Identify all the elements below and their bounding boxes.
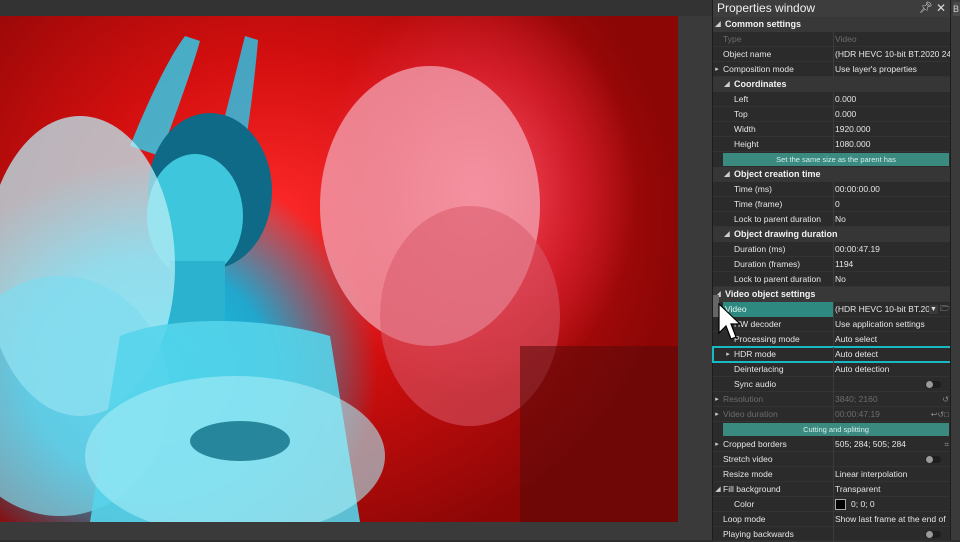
expand-arrow-icon[interactable]: ▸ — [724, 347, 732, 362]
reset-icon: ↺ — [942, 395, 949, 404]
duration-tools-icon: ↩↺□ — [930, 410, 949, 419]
prop-loop-mode[interactable]: Loop mode Show last frame at the end of — [713, 512, 951, 527]
prop-color[interactable]: Color 0; 0; 0 — [713, 497, 951, 512]
close-icon[interactable]: ✕ — [936, 0, 946, 17]
sync-audio-toggle[interactable] — [925, 381, 941, 388]
prop-lock-parent-duration[interactable]: Lock to parent duration No — [713, 272, 951, 287]
expand-arrow-icon[interactable]: ▸ — [713, 437, 721, 452]
stretch-video-toggle[interactable] — [925, 456, 941, 463]
section-drawing-duration[interactable]: ◢ Object drawing duration — [713, 227, 951, 242]
prop-resolution: ▸ Resolution 3840; 2160 ↺ — [713, 392, 951, 407]
video-preview-area — [0, 0, 712, 540]
cutting-row: Cutting and splitting — [713, 422, 951, 437]
section-common-settings[interactable]: ◢ Common settings — [713, 17, 951, 32]
preview-top-bar — [0, 0, 712, 16]
prop-height[interactable]: Height 1080.000 — [713, 137, 951, 152]
prop-sync-audio[interactable]: Sync audio — [713, 377, 951, 392]
crop-icon[interactable]: ⌗ — [944, 437, 949, 452]
prop-video-duration: ▸ Video duration 00:00:47.19 ↩↺□ — [713, 407, 951, 422]
properties-header: Properties window 📌︎ ✕ — [713, 0, 951, 17]
dock-tab[interactable]: B — [953, 2, 960, 16]
section-video-settings[interactable]: ◢ Video object settings — [713, 287, 951, 302]
prop-duration-frames[interactable]: Duration (frames) 1194 — [713, 257, 951, 272]
expand-arrow-icon: ▸ — [715, 396, 719, 403]
prop-width[interactable]: Width 1920.000 — [713, 122, 951, 137]
collapse-triangle-icon[interactable]: ◢ — [723, 77, 731, 92]
prop-duration-ms[interactable]: Duration (ms) 00:00:47.19 — [713, 242, 951, 257]
same-size-as-parent-button[interactable]: Set the same size as the parent has — [723, 153, 949, 166]
expand-arrow-icon: ▸ — [715, 411, 719, 418]
prop-object-name[interactable]: Object name (HDR HEVC 10-bit BT.2020 24f — [713, 47, 951, 62]
prop-time-frame[interactable]: Time (frame) 0 — [713, 197, 951, 212]
collapse-triangle-icon[interactable]: ◢ — [723, 167, 731, 182]
prop-stretch-video[interactable]: Stretch video — [713, 452, 951, 467]
chevron-down-icon[interactable]: ▼ — [929, 305, 938, 314]
collapse-triangle-icon[interactable]: ◢ — [714, 482, 722, 497]
prop-cropped-borders[interactable]: ▸ Cropped borders 505; 284; 505; 284 ⌗ — [713, 437, 951, 452]
section-creation-time[interactable]: ◢ Object creation time — [713, 167, 951, 182]
prop-top[interactable]: Top 0.000 — [713, 107, 951, 122]
prop-processing-mode[interactable]: Processing mode Auto select — [713, 332, 951, 347]
expand-arrow-icon[interactable]: ▸ — [713, 62, 721, 77]
collapse-triangle-icon[interactable]: ◢ — [714, 17, 722, 32]
dancer-silhouette-image — [0, 36, 678, 522]
prop-deinterlacing[interactable]: Deinterlacing Auto detection — [713, 362, 951, 377]
side-dock-strip: B — [950, 0, 960, 540]
playing-backwards-toggle[interactable] — [925, 531, 941, 538]
prop-lock-parent-creation[interactable]: Lock to parent duration No — [713, 212, 951, 227]
mouse-pointer-icon — [718, 303, 742, 340]
panel-title: Properties window — [717, 1, 816, 15]
properties-panel: Properties window 📌︎ ✕ ◢ Common settings… — [712, 0, 952, 542]
folder-open-icon[interactable]: 🗁︎ — [940, 305, 950, 313]
prop-composition-mode[interactable]: ▸ Composition mode Use layer's propertie… — [713, 62, 951, 77]
pin-icon[interactable]: 📌︎ — [919, 0, 933, 17]
prop-fill-background[interactable]: ◢ Fill background Transparent — [713, 482, 951, 497]
collapse-triangle-icon[interactable]: ◢ — [723, 227, 731, 242]
color-swatch[interactable] — [835, 499, 846, 510]
prop-hw-decoder[interactable]: HW decoder Use application settings — [713, 317, 951, 332]
prop-type: Type Video — [713, 32, 951, 47]
prop-left[interactable]: Left 0.000 — [713, 92, 951, 107]
cutting-and-splitting-button[interactable]: Cutting and splitting — [723, 423, 949, 436]
same-size-row: Set the same size as the parent has — [713, 152, 951, 167]
prop-video[interactable]: Video (HDR HEVC 10-bit BT.20 ▼ 🗁︎ — [713, 302, 951, 317]
prop-hdr-mode[interactable]: ▸ HDR mode Auto detect — [712, 346, 952, 363]
prop-resize-mode[interactable]: Resize mode Linear interpolation — [713, 467, 951, 482]
section-coordinates[interactable]: ◢ Coordinates — [713, 77, 951, 92]
prop-time-ms[interactable]: Time (ms) 00:00:00.00 — [713, 182, 951, 197]
video-preview-frame[interactable] — [0, 16, 678, 522]
